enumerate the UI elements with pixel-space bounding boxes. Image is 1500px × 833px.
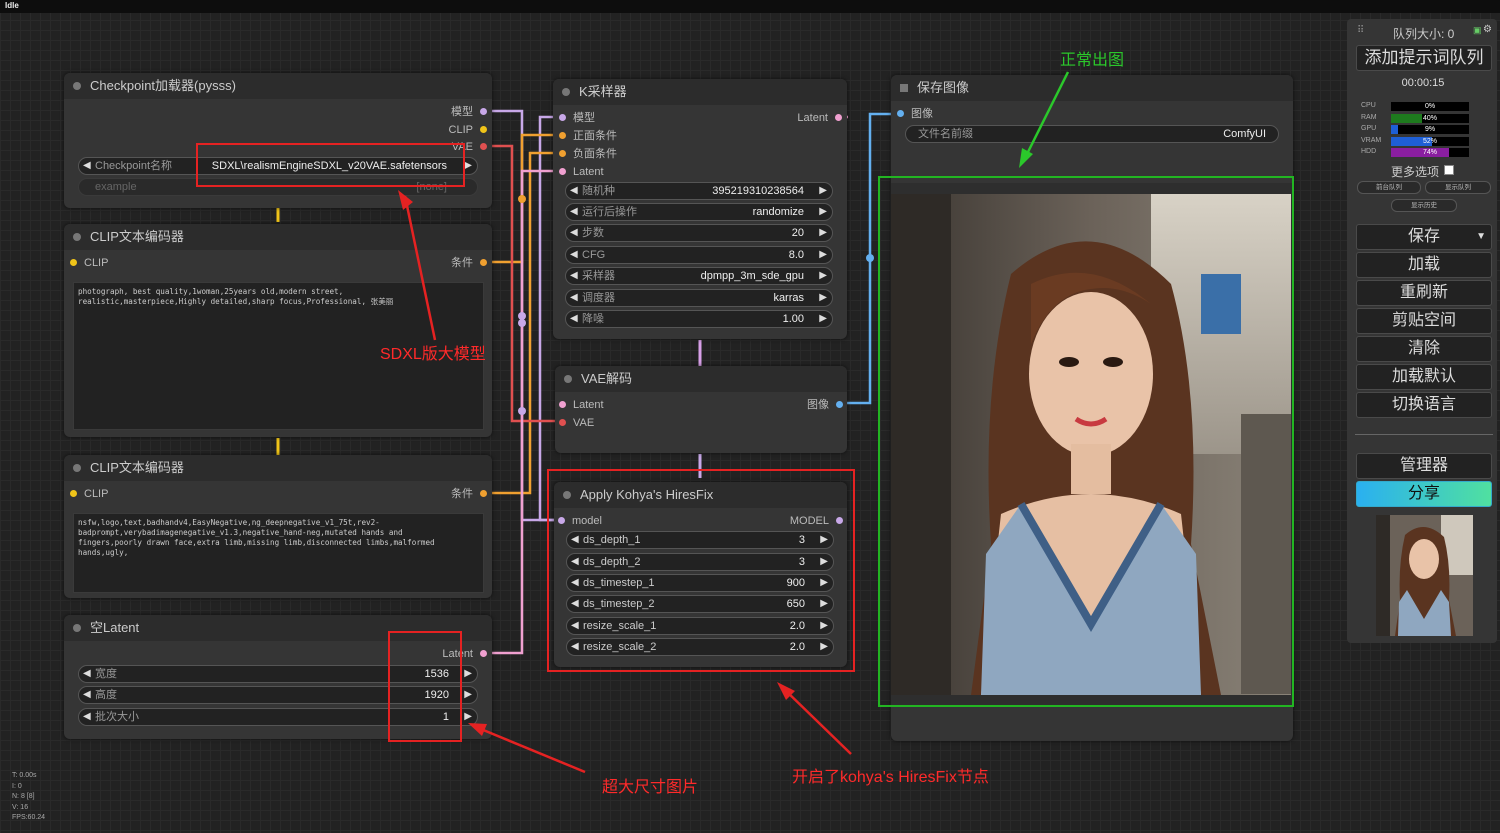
show-history-button[interactable]: 显示历史 [1391,199,1457,212]
switch-language-button[interactable]: 切换语言 [1356,392,1492,418]
drag-handle-icon[interactable]: ⠿ [1357,25,1364,36]
annotation-normal: 正常出图 [1060,52,1125,69]
show-queue-button[interactable]: 显示队列 [1425,181,1491,194]
clear-button[interactable]: 清除 [1356,336,1492,362]
queue-size: 队列大小: 0 [1393,27,1455,41]
manager-button[interactable]: 管理器 [1356,453,1492,479]
queue-prompt-button[interactable]: 添加提示词队列 [1356,45,1492,71]
refresh-button[interactable]: 重刷新 [1356,280,1492,306]
share-button[interactable]: 分享 [1356,481,1492,507]
load-default-button[interactable]: 加载默认 [1356,364,1492,390]
meter-hdd: HDD 74% [1357,147,1477,157]
more-options-checkbox[interactable] [1444,165,1454,175]
clipspace-button[interactable]: 剪贴空间 [1356,308,1492,334]
divider [1355,434,1493,435]
load-button[interactable]: 加载 [1356,252,1492,278]
history-thumbnail[interactable] [1376,515,1473,636]
annotation-hiresfix: 开启了kohya's HiresFix节点 [792,769,989,786]
meter-cpu: CPU 0% [1357,101,1477,111]
meter-gpu: GPU 9% [1357,124,1477,134]
chevron-down-icon: ▼ [1476,231,1486,242]
annotation-arrows [398,71,1070,774]
menu-panel: ⠿ 队列大小: 0 ▣ ⚙ 添加提示词队列 00:00:15 CPU 0% RAM… [1347,19,1497,643]
annotation-big-size: 超大尺寸图片 [602,779,699,796]
image-icon[interactable]: ▣ [1473,25,1482,36]
meter-ram: RAM 40% [1357,113,1477,123]
more-options-label: 更多选项 [1391,165,1440,179]
front-queue-button[interactable]: 前台队列 [1357,181,1421,194]
perf-stats: T: 0.00s I: 0 N: 8 [8] V: 16 FPS:60.24 [12,772,46,821]
meter-vram: VRAM 52% [1357,136,1477,146]
gear-icon[interactable]: ⚙ [1483,24,1492,35]
save-button[interactable]: 保存 ▼ [1356,224,1492,250]
annotation-sdxl: SDXL版大模型 [380,346,486,363]
timer: 00:00:15 [1401,77,1445,89]
